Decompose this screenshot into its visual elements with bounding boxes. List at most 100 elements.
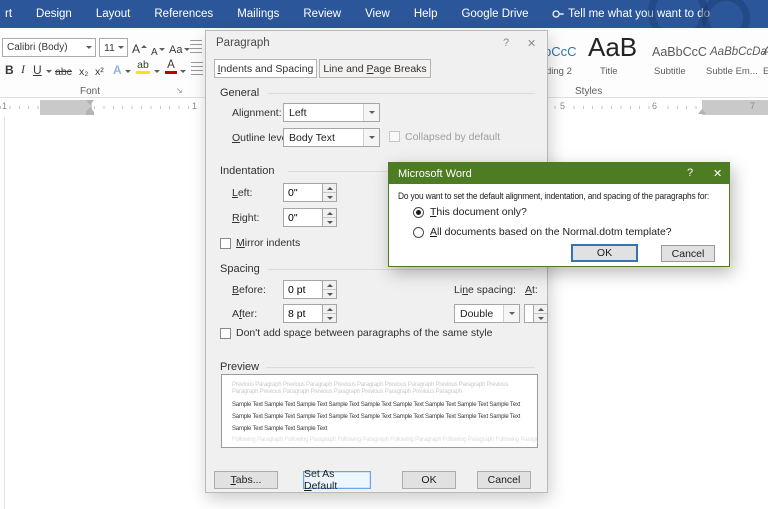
dont-add-space-checkbox[interactable]	[220, 328, 231, 339]
indent-left-spinner[interactable]: 0"	[283, 183, 337, 202]
chevron-down-icon	[86, 46, 92, 49]
preview-sample-line: Sample Text Sample Text Sample Text Samp…	[232, 402, 527, 408]
style-emphasis-sample-partial[interactable]: A	[763, 46, 768, 58]
bold-button[interactable]: B	[5, 60, 14, 77]
spacing-before-label: Before:	[232, 284, 266, 296]
tab-line-and-page-breaks[interactable]: Line and Page Breaks	[319, 59, 431, 78]
menu-item-mailings[interactable]: Mailings	[237, 8, 279, 20]
text-effects-chevron[interactable]	[125, 70, 131, 73]
ruler-right-margin-band	[702, 100, 768, 115]
spinner-arrows[interactable]	[323, 280, 337, 299]
superscript-button[interactable]: x²	[95, 61, 104, 78]
message-cancel-label: Cancel	[672, 248, 705, 260]
menu-item-references[interactable]: References	[154, 8, 213, 20]
menu-item-design[interactable]: Design	[36, 8, 72, 20]
preview-previous-paragraph: Previous Paragraph Previous Paragraph Pr…	[232, 382, 527, 396]
underline-options-chevron[interactable]	[46, 70, 52, 73]
style-heading2-sample[interactable]: bCcC	[544, 44, 577, 59]
message-help-button[interactable]: ?	[687, 167, 693, 179]
font-color-chevron[interactable]	[180, 70, 186, 73]
spinner-arrows[interactable]	[534, 304, 548, 323]
superscript-glyph: x²	[95, 66, 104, 78]
highlight-chevron[interactable]	[154, 70, 160, 73]
menu-item-review[interactable]: Review	[303, 8, 341, 20]
dialog-help-button[interactable]: ?	[503, 37, 509, 49]
italic-button[interactable]: I	[21, 60, 25, 77]
mirror-indents-label: Mirror indents	[236, 237, 300, 249]
spacing-at-spinner[interactable]	[524, 304, 548, 323]
cancel-button[interactable]: Cancel	[477, 471, 531, 489]
font-color-button[interactable]: A	[165, 59, 177, 76]
font-name-combo[interactable]: Calibri (Body)	[2, 38, 96, 57]
set-as-default-button[interactable]: Set As Default	[303, 471, 371, 489]
line-spacing-dropdown[interactable]: Double	[454, 304, 520, 323]
bullet-list-icon[interactable]	[190, 40, 202, 53]
font-color-bar	[165, 71, 177, 74]
message-dialog-titlebar: Microsoft Word	[389, 163, 729, 184]
menu-item-layout[interactable]: Layout	[96, 8, 131, 20]
subscript-glyph: x₂	[79, 66, 88, 78]
paragraph-dialog-title: Paragraph	[216, 37, 270, 49]
section-rule	[266, 367, 535, 368]
decorative-circle	[702, 0, 750, 28]
indent-right-spinner[interactable]: 0"	[283, 208, 337, 227]
preview-sample-short: Sample Text Sample Text Sample Text	[232, 426, 527, 432]
text-highlight-button[interactable]: ab	[136, 59, 150, 76]
search-icon: ⚲	[549, 9, 565, 19]
underline-button[interactable]: U	[33, 60, 42, 77]
change-case-button[interactable]: Aa	[169, 39, 190, 56]
message-ok-button[interactable]: OK	[571, 244, 638, 262]
line-spacing-label: Line spacing:	[454, 284, 516, 296]
dialog-close-button[interactable]: ✕	[527, 37, 536, 50]
highlight-glyph: ab	[137, 59, 149, 71]
tabs-button[interactable]: Tabs...	[214, 471, 278, 489]
ribbon-menu-bar: rt Design Layout References Mailings Rev…	[0, 0, 768, 28]
spinner-arrows[interactable]	[323, 208, 337, 227]
section-rule	[268, 93, 535, 94]
message-close-button[interactable]: ✕	[713, 167, 722, 180]
spinner-arrows[interactable]	[323, 304, 337, 323]
spinner-arrows[interactable]	[323, 183, 337, 202]
change-case-glyph: Aa	[169, 44, 182, 56]
radio-all-documents[interactable]	[413, 227, 424, 238]
alignment-dropdown[interactable]: Left	[283, 103, 380, 122]
style-subtle-emphasis-sample[interactable]: AaBbCcDa	[710, 46, 767, 58]
style-title-sample[interactable]: AaB	[588, 32, 637, 63]
radio-this-document-only[interactable]	[413, 207, 424, 218]
font-dialog-launcher-icon[interactable]: ↘	[176, 86, 183, 95]
subscript-button[interactable]: x₂	[79, 61, 88, 78]
shrink-font-glyph: A	[151, 47, 158, 58]
menu-item-insert-partial[interactable]: rt	[5, 8, 12, 20]
menu-item-help[interactable]: Help	[414, 8, 438, 20]
justify-icon[interactable]	[191, 62, 203, 75]
tab-label: Line and Page Breaks	[323, 63, 426, 75]
tab-label: Indents and Spacing	[218, 63, 314, 75]
menu-item-google-drive[interactable]: Google Drive	[461, 8, 528, 20]
preview-sample-line: Sample Text Sample Text Sample Text Samp…	[232, 414, 527, 420]
ok-button[interactable]: OK	[402, 471, 456, 489]
first-line-indent-marker[interactable]	[86, 100, 94, 105]
outline-level-dropdown[interactable]: Body Text	[283, 128, 380, 147]
ok-label: OK	[421, 474, 436, 486]
general-section-header: General	[220, 87, 259, 99]
message-cancel-button[interactable]: Cancel	[661, 245, 715, 262]
left-indent-marker[interactable]	[86, 107, 94, 115]
spacing-before-spinner[interactable]: 0 pt	[283, 280, 337, 299]
spacing-section-header: Spacing	[220, 263, 260, 275]
style-subtitle-sample[interactable]: AaBbCcC	[652, 45, 707, 59]
chevron-down-icon	[118, 46, 124, 49]
right-indent-marker[interactable]	[698, 109, 706, 114]
up-caret-icon	[141, 45, 147, 48]
shrink-font-button[interactable]: A	[151, 41, 165, 58]
font-size-combo[interactable]: 11	[99, 38, 128, 57]
spacing-after-spinner[interactable]: 8 pt	[283, 304, 337, 323]
collapsed-by-default-checkbox	[389, 131, 400, 142]
tab-indents-and-spacing[interactable]: Indents and Spacing	[214, 59, 317, 78]
grow-font-glyph: A	[132, 42, 140, 56]
grow-font-button[interactable]: A	[132, 39, 147, 56]
strikethrough-button[interactable]: abc	[55, 61, 72, 78]
text-effects-button[interactable]: A	[113, 60, 122, 77]
menu-item-view[interactable]: View	[365, 8, 390, 20]
ruler-left-margin-band	[40, 100, 92, 115]
mirror-indents-checkbox[interactable]	[220, 238, 231, 249]
